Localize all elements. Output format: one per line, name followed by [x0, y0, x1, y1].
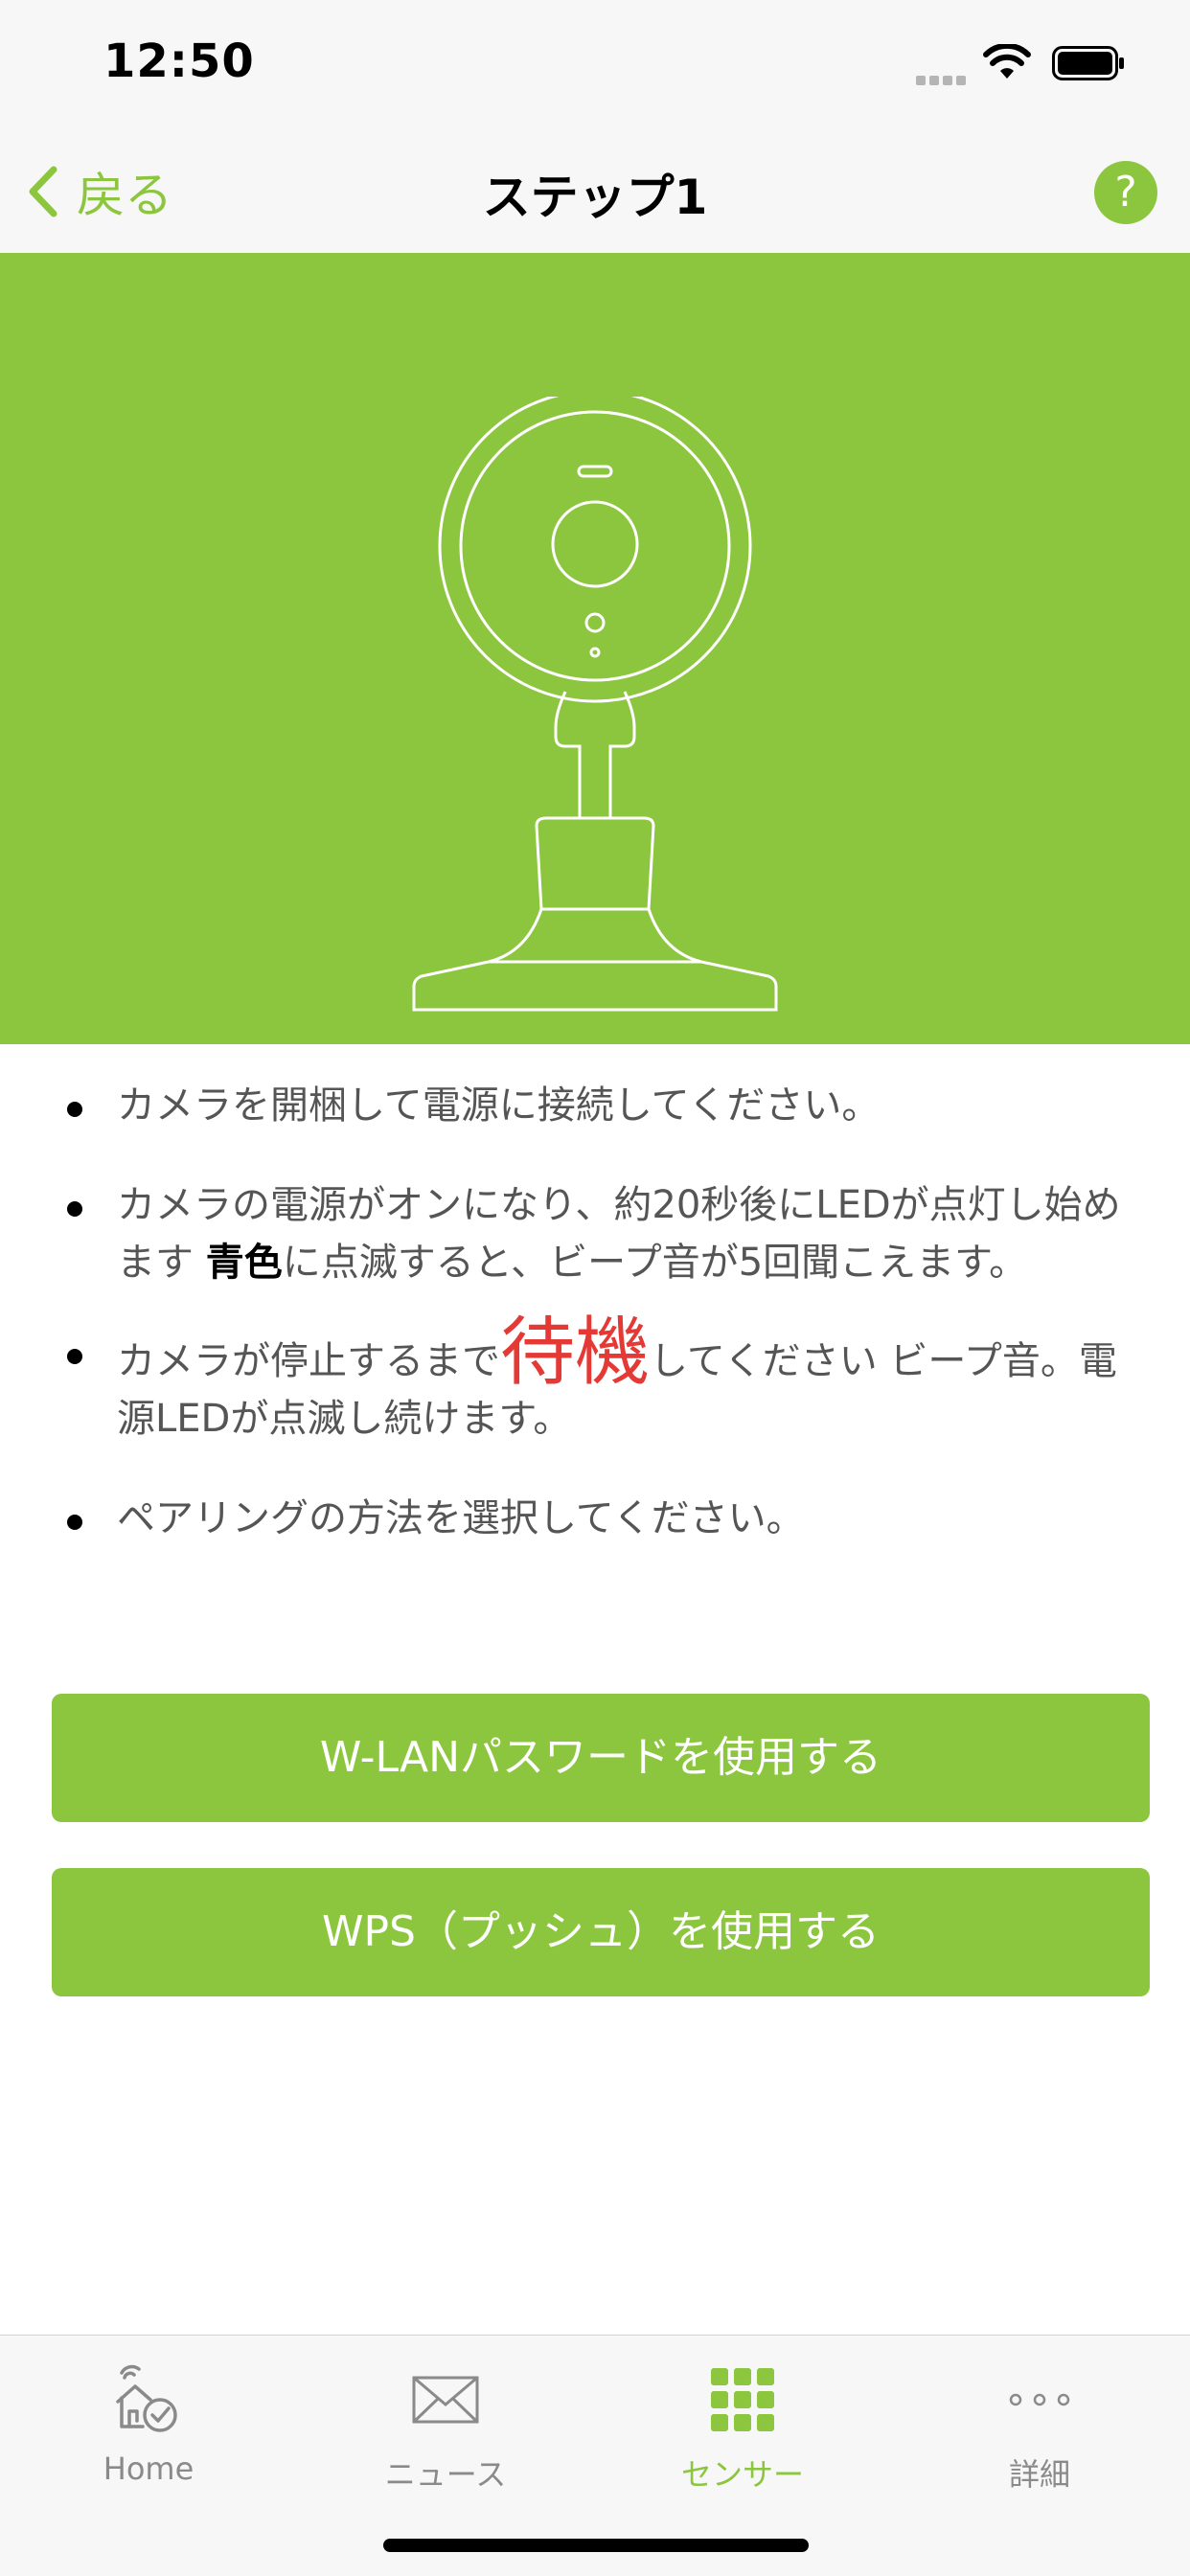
battery-icon	[1052, 46, 1124, 80]
instruction-item-3: カメラが停止するまで待機してください ビープ音。電源LEDが点滅し続けます。	[67, 1315, 1121, 1448]
instruction-item-2: カメラの電源がオンになり、約20秒後にLEDが点灯し始めます 青色に点滅すると、…	[67, 1176, 1121, 1291]
instruction-text-part: カメラが停止するまで	[117, 1339, 500, 1383]
page-title: ステップ1	[482, 170, 708, 225]
navigation-bar: 戻る ステップ1 ?	[0, 126, 1190, 254]
cellular-signal-icon	[916, 71, 970, 85]
grid-icon	[711, 2368, 774, 2431]
instruction-item-4: ペアリングの方法を選択してください。	[67, 1490, 1121, 1547]
tab-details[interactable]: 詳細	[891, 2336, 1188, 2508]
tab-label: ニュース	[384, 2456, 507, 2493]
instruction-text-part: に点滅すると、ビープ音が5回聞こえます。	[282, 1241, 1028, 1285]
use-wlan-password-button[interactable]: W-LANパスワードを使用する	[52, 1694, 1150, 1822]
tab-news[interactable]: ニュース	[297, 2336, 594, 2508]
wifi-icon	[983, 44, 1031, 79]
instruction-item-1: カメラを開梱して電源に接続してください。	[67, 1077, 1121, 1134]
help-button[interactable]: ?	[1094, 161, 1157, 224]
wait-emphasis: 待機	[500, 1310, 651, 1396]
envelope-icon	[412, 2376, 479, 2424]
home-check-icon	[116, 2364, 177, 2432]
status-bar: 12:50	[0, 0, 1190, 126]
use-wps-push-button[interactable]: WPS（プッシュ）を使用する	[52, 1868, 1150, 1996]
blue-emphasis: 青色	[205, 1241, 283, 1285]
tab-home[interactable]: Home	[0, 2336, 297, 2508]
tab-label: センサー	[680, 2456, 804, 2493]
tab-sensor[interactable]: センサー	[594, 2336, 891, 2508]
home-indicator[interactable]	[383, 2539, 809, 2552]
camera-illustration-banner	[0, 253, 1190, 1044]
status-time: 12:50	[103, 34, 255, 88]
more-dots-icon	[1009, 2393, 1070, 2406]
instruction-text: カメラを開梱して電源に接続してください。	[117, 1083, 881, 1128]
tab-label: 詳細	[1008, 2456, 1070, 2493]
tab-label: Home	[103, 2451, 195, 2487]
instruction-list: カメラを開梱して電源に接続してください。 カメラの電源がオンになり、約20秒後に…	[67, 1077, 1121, 1589]
instruction-text: ペアリングの方法を選択してください。	[117, 1496, 805, 1540]
